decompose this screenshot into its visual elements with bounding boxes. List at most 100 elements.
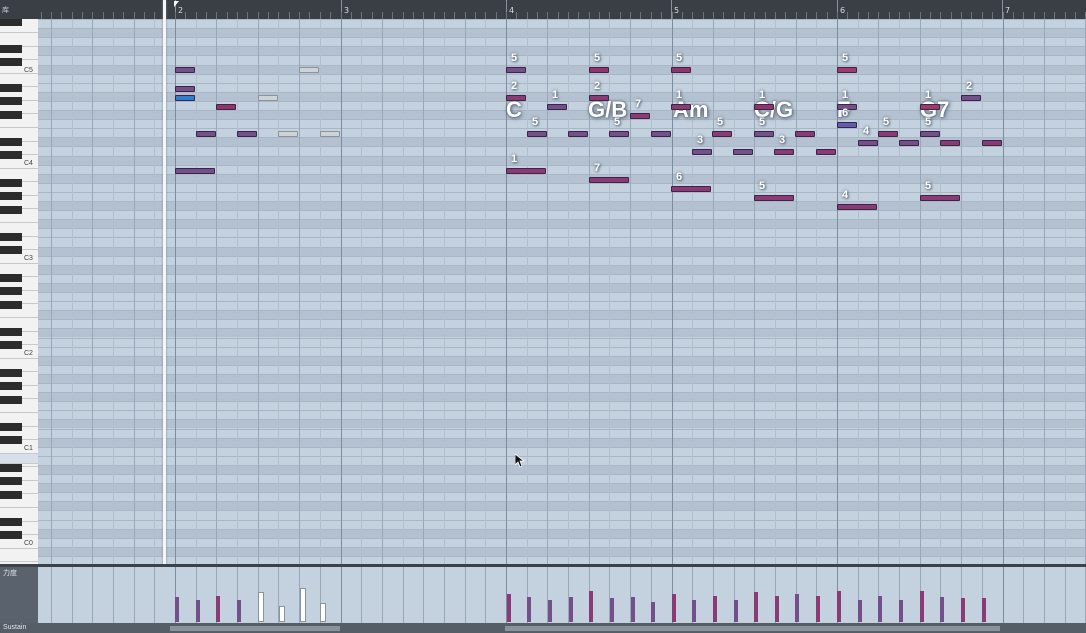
velocity-bar[interactable] xyxy=(569,597,573,622)
velocity-bar[interactable] xyxy=(920,591,924,622)
velocity-bar[interactable] xyxy=(216,596,220,622)
velocity-bar[interactable] xyxy=(754,592,758,622)
sustain-segment[interactable] xyxy=(170,626,340,631)
velocity-bar[interactable] xyxy=(795,594,799,622)
midi-note[interactable] xyxy=(754,104,774,110)
black-key[interactable] xyxy=(0,246,22,254)
velocity-bar[interactable] xyxy=(940,597,944,622)
velocity-bar[interactable] xyxy=(320,603,326,622)
black-key[interactable] xyxy=(0,477,22,485)
black-key[interactable] xyxy=(0,491,22,499)
black-key[interactable] xyxy=(0,274,22,282)
black-key[interactable] xyxy=(0,382,22,390)
midi-note[interactable] xyxy=(299,67,319,73)
midi-note[interactable] xyxy=(920,195,960,201)
velocity-bar[interactable] xyxy=(527,597,531,622)
velocity-bar[interactable] xyxy=(651,602,655,622)
velocity-bar[interactable] xyxy=(982,598,986,622)
midi-note[interactable] xyxy=(506,168,546,174)
sustain-segment[interactable] xyxy=(505,626,1000,631)
velocity-lane[interactable] xyxy=(38,567,1086,623)
black-key[interactable] xyxy=(0,97,22,105)
midi-note[interactable] xyxy=(961,95,981,101)
midi-note[interactable] xyxy=(899,140,919,146)
black-key[interactable] xyxy=(0,423,22,431)
midi-note[interactable] xyxy=(712,131,732,137)
midi-note[interactable] xyxy=(320,131,340,137)
black-key[interactable] xyxy=(0,369,22,377)
velocity-bar[interactable] xyxy=(672,594,676,622)
velocity-bar[interactable] xyxy=(589,591,593,622)
velocity-bar[interactable] xyxy=(692,600,696,622)
black-key[interactable] xyxy=(0,206,22,214)
midi-note[interactable] xyxy=(671,104,691,110)
midi-note[interactable] xyxy=(837,204,877,210)
midi-note[interactable] xyxy=(671,67,691,73)
velocity-bar[interactable] xyxy=(548,600,552,622)
midi-note[interactable] xyxy=(589,95,609,101)
midi-note[interactable] xyxy=(589,177,629,183)
black-key[interactable] xyxy=(0,45,22,53)
velocity-bar[interactable] xyxy=(300,588,306,622)
midi-note[interactable] xyxy=(258,95,278,101)
velocity-bar[interactable] xyxy=(279,606,285,622)
midi-note[interactable] xyxy=(754,195,794,201)
black-key[interactable] xyxy=(0,58,22,66)
midi-note[interactable] xyxy=(940,140,960,146)
black-key[interactable] xyxy=(0,111,22,119)
black-key[interactable] xyxy=(0,341,22,349)
piano-keyboard[interactable]: C5 C4 C3 C2 C1 C0 xyxy=(0,19,39,565)
velocity-bar[interactable] xyxy=(878,596,882,622)
midi-note[interactable] xyxy=(816,149,836,155)
midi-note[interactable] xyxy=(175,168,215,174)
midi-note[interactable] xyxy=(568,131,588,137)
midi-note[interactable] xyxy=(216,104,236,110)
velocity-bar[interactable] xyxy=(775,596,779,622)
midi-note[interactable] xyxy=(754,131,774,137)
white-key[interactable] xyxy=(0,548,38,562)
velocity-bar[interactable] xyxy=(258,592,264,622)
velocity-bar[interactable] xyxy=(961,598,965,622)
midi-note[interactable] xyxy=(795,131,815,137)
bar-ruler[interactable]: 2 3 4 5 6 7 xyxy=(38,0,1086,20)
midi-note[interactable] xyxy=(506,67,526,73)
midi-note[interactable] xyxy=(982,140,1002,146)
black-key[interactable] xyxy=(0,151,22,159)
midi-note[interactable] xyxy=(175,67,195,73)
black-key[interactable] xyxy=(0,233,22,241)
velocity-bar[interactable] xyxy=(175,597,179,622)
midi-note[interactable] xyxy=(651,131,671,137)
midi-note[interactable] xyxy=(196,131,216,137)
midi-note[interactable] xyxy=(547,104,567,110)
black-key[interactable] xyxy=(0,396,22,404)
black-key[interactable] xyxy=(0,531,22,539)
black-key[interactable] xyxy=(0,192,22,200)
black-key[interactable] xyxy=(0,464,22,472)
midi-note[interactable] xyxy=(527,131,547,137)
midi-note[interactable] xyxy=(858,140,878,146)
black-key[interactable] xyxy=(0,328,22,336)
playhead-marker[interactable] xyxy=(174,1,179,7)
midi-note[interactable] xyxy=(878,131,898,137)
velocity-bar[interactable] xyxy=(631,597,635,622)
midi-note[interactable] xyxy=(278,131,298,137)
midi-note[interactable] xyxy=(237,131,257,137)
midi-note[interactable] xyxy=(175,95,195,101)
velocity-bar[interactable] xyxy=(713,596,717,622)
selected-key[interactable] xyxy=(0,454,38,464)
midi-note[interactable] xyxy=(774,149,794,155)
velocity-bar[interactable] xyxy=(507,594,511,622)
midi-note[interactable] xyxy=(589,67,609,73)
midi-note[interactable] xyxy=(630,113,650,119)
black-key[interactable] xyxy=(0,179,22,187)
midi-note[interactable] xyxy=(609,131,629,137)
playhead-line[interactable] xyxy=(163,0,166,565)
midi-note[interactable] xyxy=(837,67,857,73)
midi-note[interactable] xyxy=(506,95,526,101)
note-grid[interactable]: CG/BAmC/GFG7 521515275751635155351644515… xyxy=(38,19,1086,565)
velocity-bar[interactable] xyxy=(816,596,820,622)
black-key[interactable] xyxy=(0,436,22,444)
midi-note[interactable] xyxy=(692,149,712,155)
velocity-bar[interactable] xyxy=(196,600,200,622)
velocity-bar[interactable] xyxy=(237,600,241,622)
